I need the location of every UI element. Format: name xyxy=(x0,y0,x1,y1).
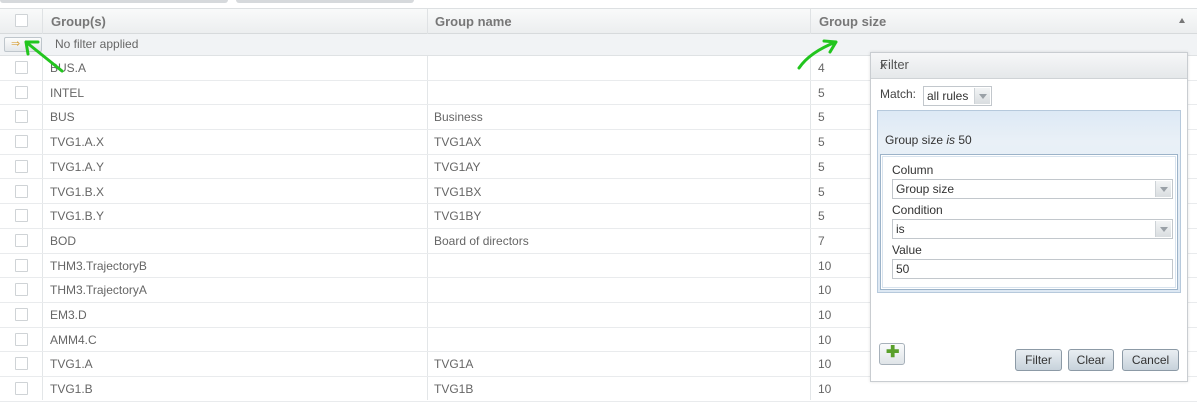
match-select[interactable]: all rules xyxy=(923,86,992,106)
value-input[interactable]: 50 xyxy=(892,259,1173,279)
group-size-cell: 10 xyxy=(818,258,832,273)
filter-dialog: Filter x Match: all rules Group size is … xyxy=(870,52,1188,382)
add-rule-button[interactable]: ✚ xyxy=(879,343,905,365)
rule-summary-value: 50 xyxy=(955,133,972,147)
group-name-cell: TVG1AX xyxy=(434,135,482,150)
column-header-group-size[interactable]: Group size xyxy=(810,9,1197,34)
group-size-cell: 10 xyxy=(818,382,832,397)
row-checkbox[interactable] xyxy=(15,332,28,346)
group-cell: TVG1.A xyxy=(50,357,93,372)
annotation-arrow-right xyxy=(797,39,838,70)
group-size-cell: 7 xyxy=(818,233,825,248)
group-size-cell: 10 xyxy=(818,283,832,298)
group-cell: BOD xyxy=(50,233,77,248)
group-cell: TVG1.A.X xyxy=(50,135,105,150)
group-cell: TVG1.B xyxy=(50,382,93,397)
row-checkbox[interactable] xyxy=(15,159,28,173)
row-checkbox[interactable] xyxy=(15,110,28,124)
row-checkbox[interactable] xyxy=(15,85,28,99)
column-label: Column xyxy=(892,163,934,177)
filter-dialog-titlebar[interactable]: Filter x xyxy=(871,53,1187,79)
filter-rule-panel: Group size is 50 Column Group size Condi… xyxy=(877,110,1181,293)
rule-summary-column: Group size xyxy=(885,133,947,147)
group-size-cell: 10 xyxy=(818,332,832,347)
group-name-cell: TVG1B xyxy=(434,382,474,397)
chevron-down-icon[interactable] xyxy=(1155,221,1171,237)
column-header-group-name[interactable]: Group name xyxy=(427,9,810,34)
column-header-group-size-label: Group size xyxy=(819,14,887,29)
row-checkbox[interactable] xyxy=(15,184,28,198)
chevron-down-icon[interactable] xyxy=(974,88,990,104)
plus-icon: ✚ xyxy=(886,344,900,361)
group-cell: AMM4.C xyxy=(50,332,97,347)
row-checkbox[interactable] xyxy=(15,258,28,272)
match-label: Match: xyxy=(880,87,917,101)
row-checkbox[interactable] xyxy=(15,209,28,223)
cancel-button[interactable]: Cancel xyxy=(1122,349,1179,371)
condition-label: Condition xyxy=(892,203,943,217)
group-size-cell: 5 xyxy=(818,209,825,224)
top-tabs xyxy=(0,0,1197,6)
condition-select-value: is xyxy=(896,222,905,236)
rule-editor: Column Group size Condition is Value 50 xyxy=(880,154,1178,290)
filter-button[interactable]: Filter xyxy=(1015,349,1062,371)
grid-header: Group(s) Group name Group size xyxy=(0,8,1197,34)
condition-select[interactable]: is xyxy=(892,219,1173,239)
group-size-cell: 5 xyxy=(818,159,825,174)
annotation-arrow-left xyxy=(24,40,64,73)
group-name-cell: TVG1BY xyxy=(434,209,482,224)
row-checkbox[interactable] xyxy=(15,382,28,396)
rule-summary-operator: is xyxy=(946,133,956,147)
group-size-cell: 5 xyxy=(818,110,825,125)
column-header-groups[interactable]: Group(s) xyxy=(42,9,427,34)
group-cell: TVG1.B.X xyxy=(50,184,105,199)
group-cell: THM3.TrajectoryB xyxy=(50,258,147,273)
close-icon[interactable]: x xyxy=(880,53,1178,77)
column-select[interactable]: Group size xyxy=(892,179,1173,199)
group-name-cell: Board of directors xyxy=(434,233,529,248)
group-cell: EM3.D xyxy=(50,308,87,322)
row-checkbox[interactable] xyxy=(15,233,28,247)
group-cell: THM3.TrajectoryA xyxy=(50,283,147,298)
group-cell: TVG1.A.Y xyxy=(50,159,105,174)
sort-ascending-icon[interactable] xyxy=(1179,18,1185,23)
row-checkbox[interactable] xyxy=(15,135,28,149)
value-label: Value xyxy=(892,243,922,257)
group-size-cell: 5 xyxy=(818,85,825,100)
group-name-cell: TVG1AY xyxy=(434,159,481,174)
group-cell: BUS xyxy=(50,110,75,125)
clear-button[interactable]: Clear xyxy=(1068,349,1114,371)
group-size-cell: 5 xyxy=(818,184,825,199)
row-checkbox[interactable] xyxy=(15,283,28,297)
tab-stub-2[interactable] xyxy=(236,0,414,3)
group-cell: TVG1.B.Y xyxy=(50,209,105,224)
column-select-value: Group size xyxy=(896,182,955,196)
group-size-cell: 10 xyxy=(818,308,832,322)
group-name-cell: TVG1A xyxy=(434,357,474,372)
chevron-down-icon[interactable] xyxy=(1155,181,1171,197)
row-checkbox[interactable] xyxy=(15,357,28,371)
group-size-cell: 10 xyxy=(818,357,832,372)
group-cell: INTEL xyxy=(50,85,85,100)
group-name-cell: TVG1BX xyxy=(434,184,482,199)
select-all-checkbox[interactable] xyxy=(15,14,28,27)
match-select-value: all rules xyxy=(927,89,969,103)
rule-summary: Group size is 50 xyxy=(885,133,972,147)
row-checkbox[interactable] xyxy=(15,308,28,321)
group-size-cell: 5 xyxy=(818,135,825,150)
group-name-cell: Business xyxy=(434,110,483,125)
tab-stub-1[interactable] xyxy=(0,0,228,3)
